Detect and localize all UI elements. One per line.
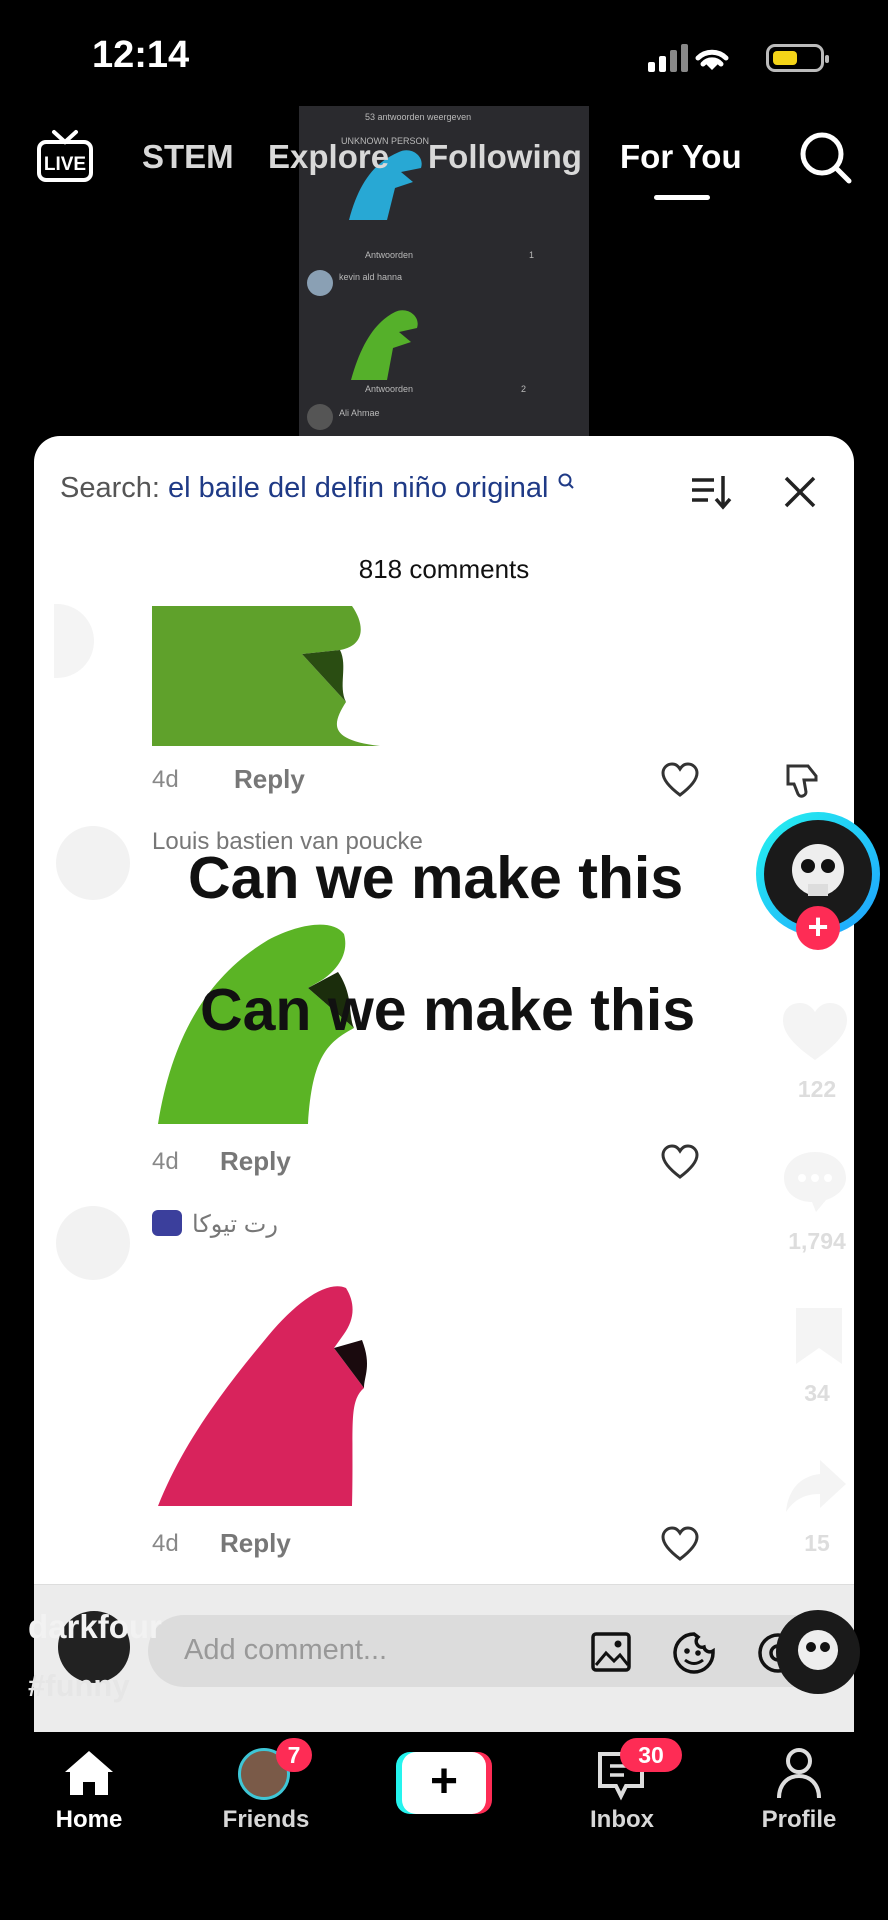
- video-overlay-caption: Can we make this: [188, 845, 684, 911]
- like-heart-icon[interactable]: [780, 1000, 850, 1064]
- add-comment-placeholder[interactable]: Add comment...: [184, 1634, 387, 1667]
- status-time: 12:14: [92, 34, 190, 76]
- comment-time: 4d: [152, 766, 179, 793]
- nav-profile[interactable]: Profile: [729, 1806, 869, 1834]
- comment-time: 4d: [152, 1148, 179, 1175]
- search-bar[interactable]: Search: el baile del delfin niño origina…: [60, 472, 575, 505]
- nav-home[interactable]: Home: [19, 1806, 159, 1834]
- save-count: 34: [804, 1380, 830, 1406]
- thumb-text: Ali Ahmae: [339, 408, 380, 418]
- share-count: 15: [804, 1530, 830, 1556]
- share-arrow-icon[interactable]: [784, 1456, 848, 1516]
- video-hashtag[interactable]: #funny: [28, 1668, 130, 1704]
- sort-icon[interactable]: [688, 472, 732, 512]
- tab-for-you[interactable]: For You: [620, 138, 742, 176]
- comment-avatar[interactable]: [56, 826, 130, 900]
- thumb-avatar: [307, 270, 333, 296]
- emoji-badge: [152, 1210, 182, 1236]
- follow-plus-button[interactable]: +: [796, 906, 840, 950]
- search-prefix: Search:: [60, 472, 160, 504]
- tab-following[interactable]: Following: [428, 138, 582, 176]
- nav-friends[interactable]: Friends: [196, 1806, 336, 1834]
- thumb-text: Antwoorden: [365, 250, 414, 260]
- reply-button[interactable]: Reply: [220, 1146, 291, 1177]
- add-comment-bar: Add comment...: [34, 1584, 854, 1736]
- comment-count-rail: 1,794: [788, 1228, 846, 1254]
- reply-button[interactable]: Reply: [234, 764, 305, 795]
- comment-image-pink-dolphin: [158, 1286, 368, 1506]
- comment-bubble-icon[interactable]: [780, 1148, 850, 1214]
- comment-avatar[interactable]: [54, 604, 94, 678]
- heart-icon[interactable]: [660, 1526, 700, 1562]
- tab-stem[interactable]: STEM: [142, 138, 234, 176]
- inbox-badge: 30: [620, 1738, 682, 1772]
- comment-count: 818 comments: [358, 554, 530, 584]
- comments-sheet: Search: el baile del delfin niño origina…: [34, 436, 854, 1736]
- live-icon[interactable]: LIVE: [36, 128, 94, 184]
- friends-badge: 7: [276, 1738, 312, 1772]
- thumb-text: 2: [521, 384, 527, 394]
- thumb-avatar: [307, 404, 333, 430]
- svg-text:LIVE: LIVE: [44, 154, 86, 175]
- video-overlay-caption: Can we make this: [200, 977, 696, 1043]
- music-disc[interactable]: [776, 1610, 860, 1694]
- battery-icon: [766, 44, 829, 72]
- video-author[interactable]: darkfour: [28, 1608, 162, 1646]
- comment-time: 4d: [152, 1530, 179, 1557]
- reply-button[interactable]: Reply: [220, 1528, 291, 1559]
- active-tab-indicator: [654, 195, 710, 200]
- dolphin-image-green: [351, 310, 418, 380]
- search-small-icon: [558, 473, 574, 489]
- status-icons: [648, 44, 729, 72]
- thumb-text: 1: [529, 250, 535, 260]
- like-count: 122: [797, 1076, 837, 1102]
- thumb-text: 53 antwoorden weergeven: [365, 112, 472, 122]
- comment-username[interactable]: رت تیوکا: [192, 1210, 278, 1239]
- dislike-icon[interactable]: [782, 762, 822, 802]
- create-button[interactable]: +: [396, 1752, 492, 1814]
- tab-explore[interactable]: Explore: [268, 138, 389, 176]
- thumb-text: kevin ald hanna: [339, 272, 403, 282]
- thumb-text: Antwoorden: [365, 384, 414, 394]
- profile-icon[interactable]: [776, 1746, 822, 1800]
- comment-avatar[interactable]: [56, 1206, 130, 1280]
- skull-avatar-image: [798, 1630, 838, 1670]
- emoji-icon[interactable]: [672, 1631, 716, 1675]
- heart-icon[interactable]: [660, 1144, 700, 1180]
- bookmark-icon[interactable]: [792, 1304, 846, 1368]
- image-icon[interactable]: [590, 1631, 632, 1673]
- heart-icon[interactable]: [660, 762, 700, 798]
- search-icon[interactable]: [798, 130, 854, 186]
- comment-image-green-dolphin: [152, 606, 380, 746]
- nav-inbox[interactable]: Inbox: [552, 1806, 692, 1834]
- home-icon[interactable]: [62, 1748, 116, 1798]
- close-icon[interactable]: [782, 474, 818, 510]
- search-query[interactable]: el baile del delfin niño original: [168, 472, 548, 504]
